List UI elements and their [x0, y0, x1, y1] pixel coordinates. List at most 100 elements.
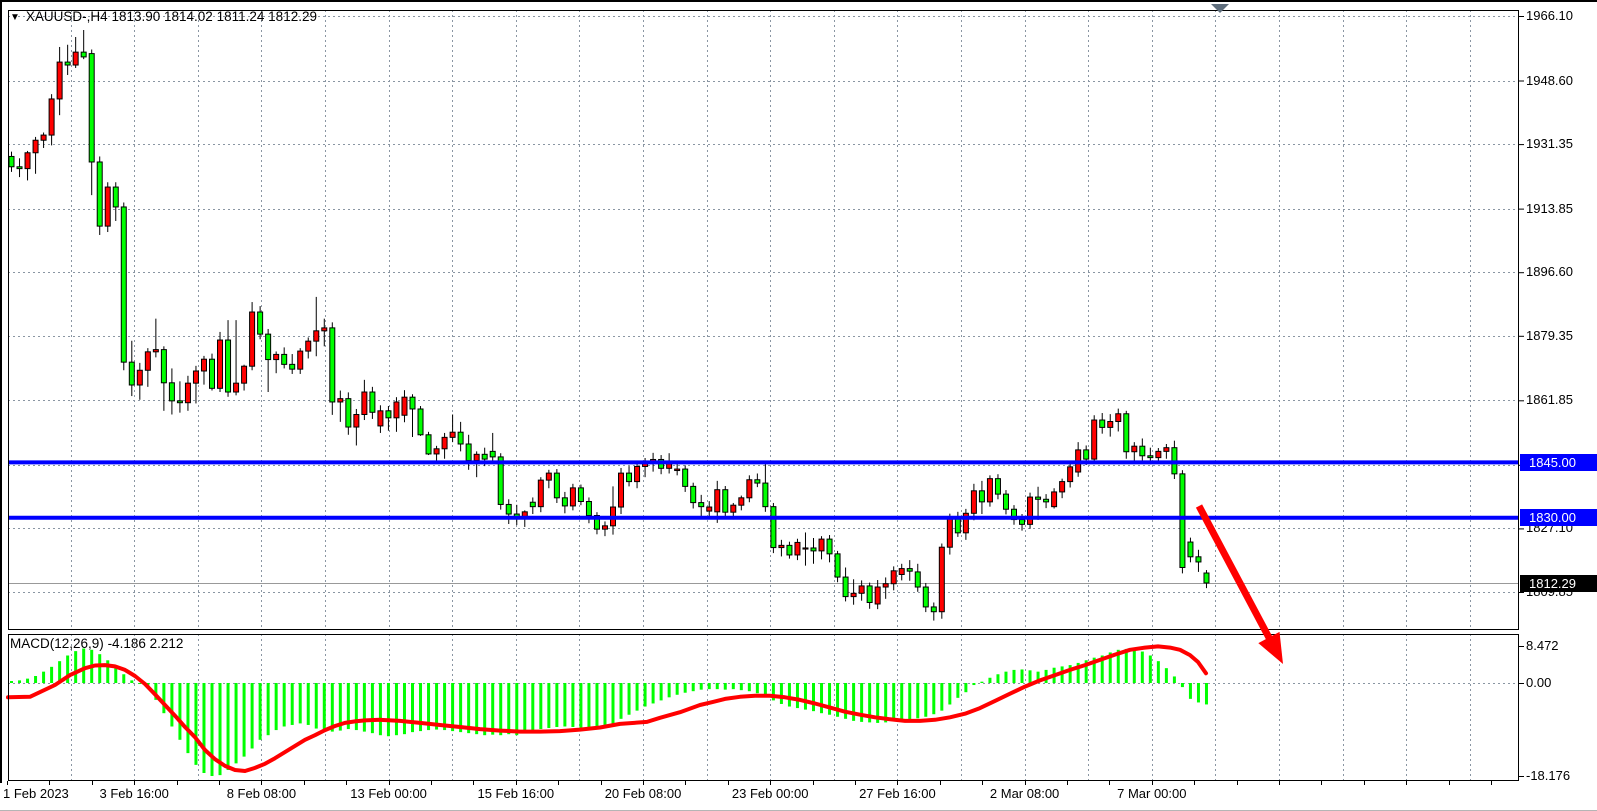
candle-body	[1036, 497, 1041, 499]
time-axis-label: 3 Feb 16:00	[99, 786, 168, 801]
time-axis-label: 2 Mar 08:00	[990, 786, 1059, 801]
candle-body	[290, 364, 295, 369]
candle-body	[458, 432, 463, 444]
candle-body	[145, 352, 150, 370]
candle-body	[554, 473, 559, 498]
macd-signal-value: 2.212	[150, 636, 184, 651]
ohlc-low: 1811.24	[217, 9, 265, 24]
candle-body	[474, 454, 479, 460]
candle-body	[1100, 420, 1105, 427]
candle-body	[426, 435, 431, 454]
candle-body	[9, 156, 14, 166]
candle-body	[1188, 542, 1193, 557]
level-price-badge-1830: 1830.00	[1520, 509, 1597, 526]
candle-body	[1116, 414, 1121, 422]
price-axis-label: 1861.85	[1526, 392, 1573, 407]
candle-body	[827, 539, 832, 554]
macd-axis-label: 8.472	[1526, 638, 1559, 653]
candle-body	[1108, 422, 1113, 428]
candle-body	[867, 586, 872, 603]
candle-body	[795, 542, 800, 555]
candle-body	[538, 480, 543, 507]
time-axis-label: 1 Feb 2023	[3, 786, 69, 801]
candle-body	[113, 187, 118, 207]
macd-axis-label: -18.176	[1526, 768, 1570, 783]
candle-body	[177, 401, 182, 403]
candle-body	[586, 501, 591, 515]
candle-body	[907, 569, 912, 572]
chart-shift-marker-icon[interactable]	[1211, 4, 1229, 13]
candle-body	[835, 554, 840, 577]
candle-body	[995, 479, 1000, 494]
price-chart-canvas[interactable]	[0, 2, 1597, 811]
candle-body	[931, 607, 936, 612]
candle-body	[450, 432, 455, 437]
grid	[8, 10, 1519, 781]
candle-body	[1020, 520, 1025, 525]
candle-body	[1044, 499, 1049, 502]
candle-body	[370, 392, 375, 412]
time-axis-label: 8 Feb 08:00	[227, 786, 296, 801]
price-axis-label: 1931.35	[1526, 136, 1573, 151]
candle-body	[193, 371, 198, 383]
candle-body	[33, 140, 38, 153]
ohlc-close: 1812.29	[268, 9, 317, 24]
candle-body	[402, 397, 407, 415]
trend-arrow[interactable]	[1199, 506, 1283, 664]
candle-body	[330, 328, 335, 402]
time-axis-label: 20 Feb 08:00	[605, 786, 682, 801]
candle-body	[346, 399, 351, 427]
candle-body	[627, 473, 632, 481]
ohlc-open: 1813.90	[111, 9, 160, 24]
symbol-period-label: XAUUSD-,H4	[26, 9, 108, 24]
candle-body	[137, 370, 142, 385]
candle-body	[57, 62, 62, 99]
candle-body	[843, 577, 848, 597]
candle-body	[354, 414, 359, 427]
candle-body	[105, 187, 110, 226]
candle-body	[699, 503, 704, 507]
candle-body	[715, 490, 720, 512]
candle-body	[1204, 573, 1209, 583]
time-axis-label: 7 Mar 00:00	[1117, 786, 1186, 801]
price-axis-label: 1879.35	[1526, 328, 1573, 343]
candle-body	[169, 383, 174, 401]
candle-body	[466, 444, 471, 461]
candle-body	[987, 479, 992, 502]
price-axis-label: 1966.10	[1526, 8, 1573, 23]
price-axis-label: 1896.60	[1526, 264, 1573, 279]
candle-body	[129, 362, 134, 385]
candle-body	[707, 507, 712, 511]
candle-body	[41, 135, 46, 140]
candle-body	[201, 359, 206, 371]
candle-body	[923, 587, 928, 607]
candle-body	[1164, 448, 1169, 452]
candle-body	[1068, 467, 1073, 482]
candle-body	[859, 586, 864, 593]
time-axis-label: 23 Feb 00:00	[732, 786, 809, 801]
candle-body	[691, 486, 696, 502]
candle-body	[226, 340, 231, 392]
candle-body	[939, 547, 944, 612]
candle-body	[803, 548, 808, 549]
candle-body	[619, 473, 624, 507]
macd-axis-label: 0.00	[1526, 675, 1551, 690]
candle-body	[731, 505, 736, 512]
candle-body	[434, 449, 439, 454]
candle-body	[322, 328, 327, 331]
candle-body	[851, 593, 856, 596]
macd-main-value: -4.186	[108, 636, 146, 651]
candle-body	[1003, 494, 1008, 509]
time-axis-label: 27 Feb 16:00	[859, 786, 936, 801]
candle-body	[1028, 497, 1033, 524]
macd-series	[8, 646, 1206, 776]
candle-body	[763, 483, 768, 507]
price-axis-label: 1948.60	[1526, 73, 1573, 88]
candle-body	[394, 402, 399, 418]
candle-body	[875, 587, 880, 604]
bid-price-badge: 1812.29	[1520, 575, 1597, 592]
candle-body	[314, 331, 319, 341]
candle-body	[915, 572, 920, 587]
candle-body	[266, 334, 271, 359]
chart-window: ▼XAUUSD-,H4 1813.90 1814.02 1811.24 1812…	[0, 0, 1597, 811]
